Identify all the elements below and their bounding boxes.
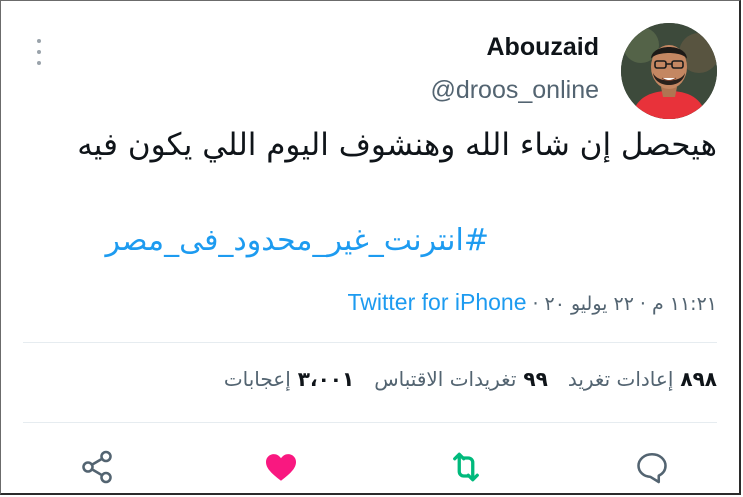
tweet-source-link[interactable]: Twitter for iPhone — [348, 289, 527, 316]
retweet-button[interactable] — [444, 445, 488, 489]
likes-label: إعجابات — [223, 367, 291, 391]
tweet-time[interactable]: ١١:٢١ م — [652, 293, 717, 315]
retweet-icon — [453, 452, 479, 482]
reply-button[interactable] — [630, 445, 674, 489]
likes-stat[interactable]: ٣،٠٠١ إعجابات — [224, 367, 354, 391]
tweet-card: Abouzaid @droos_online هيحصل إن شاء الله… — [0, 0, 741, 495]
hashtag-link[interactable]: #انترنت_غير_محدود_فى_مصر — [105, 223, 489, 258]
retweets-stat[interactable]: ٨٩٨ إعادات تغريد — [568, 367, 717, 391]
share-icon — [82, 450, 112, 484]
engagement-stats: ٨٩٨ إعادات تغريد ٩٩ تغريدات الاقتباس ٣،٠… — [224, 367, 717, 391]
more-options-icon[interactable] — [34, 39, 44, 65]
tweet-date[interactable]: ٢٢ يوليو ٢٠ — [545, 293, 634, 315]
divider — [23, 342, 717, 343]
meta-separator: · — [532, 293, 539, 315]
reply-icon — [637, 452, 667, 484]
heart-icon — [266, 454, 296, 481]
tweet-text: هيحصل إن شاء الله وهنشوف اليوم اللي يكون… — [77, 127, 717, 163]
quotes-count: ٩٩ — [523, 367, 548, 391]
likes-count: ٣،٠٠١ — [297, 367, 355, 391]
profile-photo-icon — [621, 23, 717, 119]
author-name[interactable]: Abouzaid — [487, 33, 600, 62]
action-bar — [1, 445, 739, 489]
tweet-meta: ١١:٢١ م · ٢٢ يوليو ٢٠ · Twitter for iPho… — [348, 289, 717, 316]
quotes-stat[interactable]: ٩٩ تغريدات الاقتباس — [374, 367, 548, 391]
divider — [23, 422, 717, 423]
meta-separator: · — [639, 293, 646, 315]
retweets-label: إعادات تغريد — [567, 367, 674, 391]
avatar[interactable] — [621, 23, 717, 119]
like-button[interactable] — [259, 445, 303, 489]
quotes-label: تغريدات الاقتباس — [374, 367, 517, 391]
author-handle[interactable]: @droos_online — [430, 76, 599, 105]
share-button[interactable] — [75, 445, 119, 489]
retweets-count: ٨٩٨ — [680, 367, 717, 391]
